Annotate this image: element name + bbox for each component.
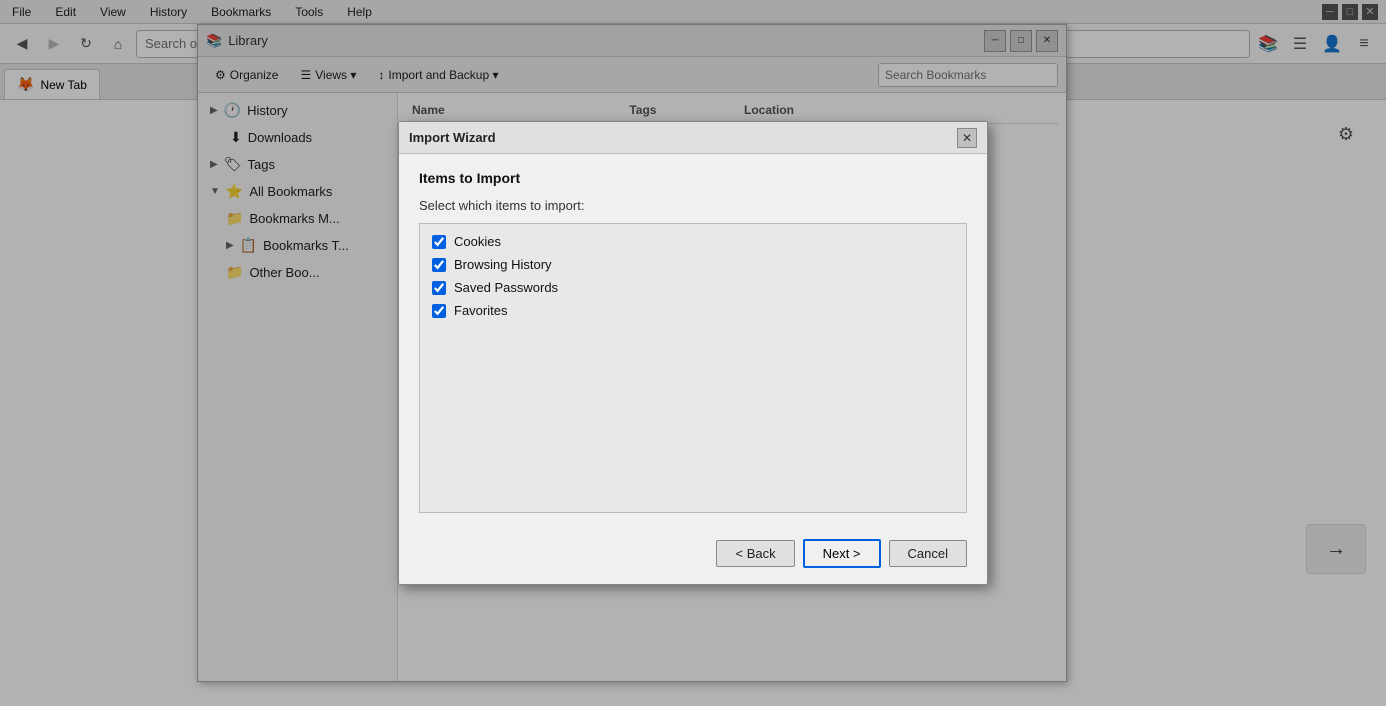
cookies-item[interactable]: Cookies [432,232,954,251]
next-button[interactable]: Next > [803,539,881,568]
dialog-title-label: Import Wizard [409,130,496,145]
dialog-subtitle: Select which items to import: [419,198,967,213]
browsing-history-checkbox[interactable] [432,258,446,272]
cancel-button[interactable]: Cancel [889,540,967,567]
dialog-body: Items to Import Select which items to im… [399,154,987,529]
back-button[interactable]: < Back [716,540,794,567]
dialog-footer: < Back Next > Cancel [399,529,987,584]
favorites-item[interactable]: Favorites [432,301,954,320]
browsing-history-item[interactable]: Browsing History [432,255,954,274]
import-wizard-dialog: Import Wizard ✕ Items to Import Select w… [398,121,988,585]
saved-passwords-item[interactable]: Saved Passwords [432,278,954,297]
browsing-history-label: Browsing History [454,257,552,272]
browser-frame: File Edit View History Bookmarks Tools H… [0,0,1386,706]
cookies-label: Cookies [454,234,501,249]
dialog-close-button[interactable]: ✕ [957,128,977,148]
saved-passwords-label: Saved Passwords [454,280,558,295]
saved-passwords-checkbox[interactable] [432,281,446,295]
favorites-checkbox[interactable] [432,304,446,318]
modal-overlay: Import Wizard ✕ Items to Import Select w… [0,0,1386,706]
dialog-titlebar: Import Wizard ✕ [399,122,987,154]
cookies-checkbox[interactable] [432,235,446,249]
items-list: Cookies Browsing History Saved Passwords… [419,223,967,513]
section-title: Items to Import [419,170,967,186]
favorites-label: Favorites [454,303,507,318]
